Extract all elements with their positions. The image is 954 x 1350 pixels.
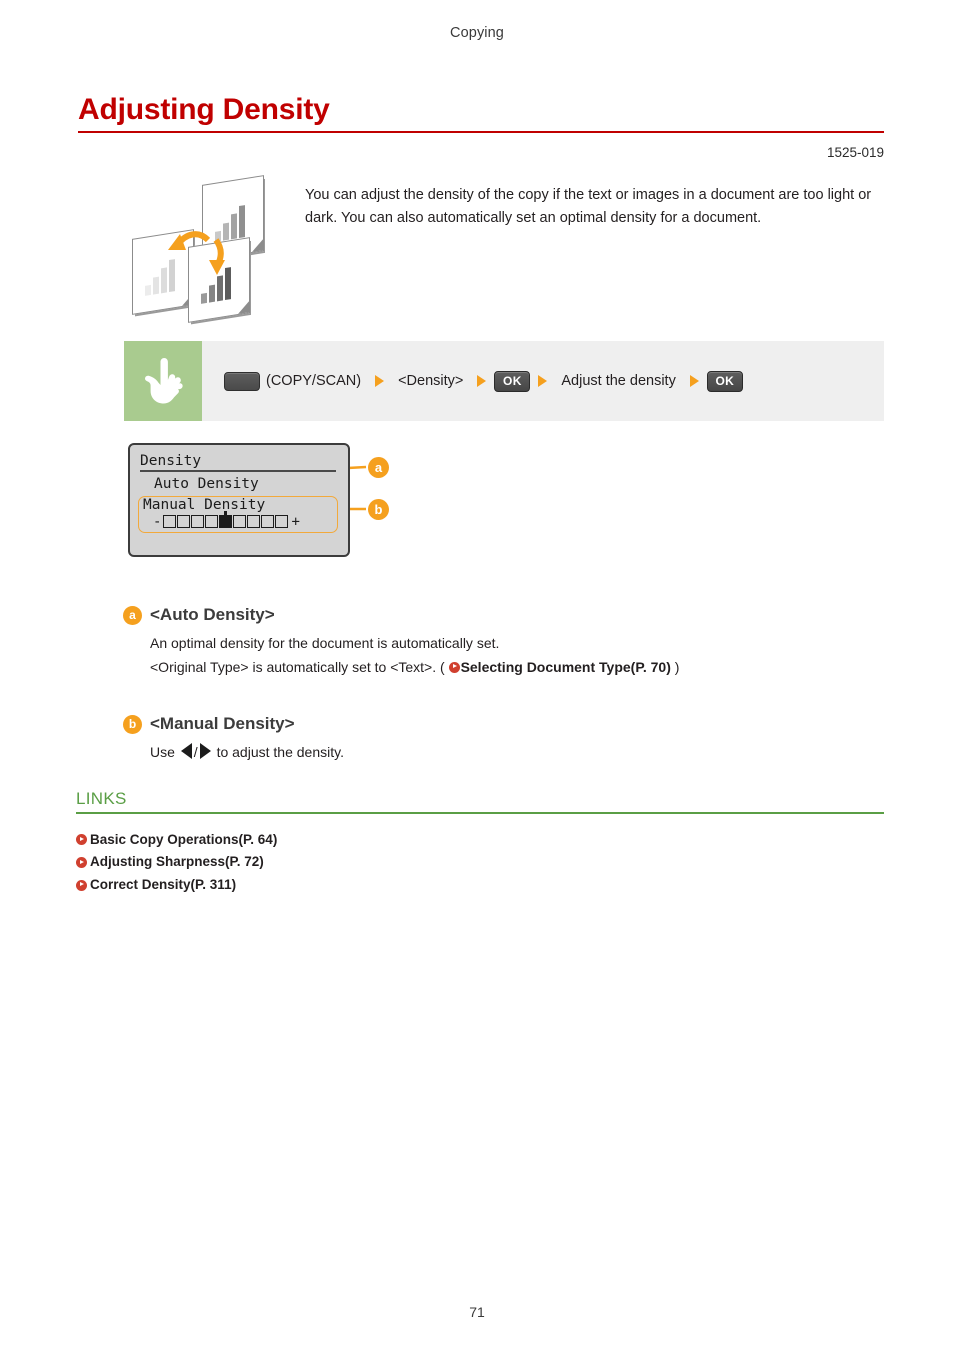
link-item-label: Adjusting Sharpness(P. 72) (90, 854, 264, 870)
step-arrow-icon (477, 375, 487, 387)
step-arrow-icon (538, 375, 548, 387)
slider-minus-label: - (153, 513, 162, 530)
slider-cell[interactable] (205, 515, 219, 529)
reference-bullet-icon (76, 834, 87, 846)
link-item[interactable]: Basic Copy Operations(P. 64) (76, 829, 884, 852)
page-title: Adjusting Density (78, 93, 330, 126)
link-item[interactable]: Adjusting Sharpness(P. 72) (76, 851, 884, 874)
slider-cell[interactable] (233, 515, 247, 529)
slider-cell[interactable] (247, 515, 261, 529)
document-page: Copying Adjusting Density 1525-019 You c… (0, 0, 954, 1350)
description-heading-text: <Auto Density> (150, 605, 275, 624)
link-item-label: Correct Density(P. 311) (90, 876, 237, 892)
ok-key-1[interactable]: OK (494, 370, 531, 392)
document-code: 1525-019 (826, 145, 884, 160)
running-header: Copying (450, 25, 504, 41)
intro-section: You can adjust the density of the copy i… (130, 175, 890, 323)
triangle-right-icon (199, 743, 211, 759)
cross-reference-label: Selecting Document Type(P. 70) (460, 658, 671, 675)
lcd-title: Density (140, 453, 336, 472)
slider-cell[interactable] (191, 515, 205, 529)
ok-key-2[interactable]: OK (706, 370, 743, 392)
callout-badge-inline-b: b (123, 714, 142, 734)
step-adjust-label: Adjust the density (561, 373, 676, 389)
reference-bullet-icon (76, 857, 87, 868)
use-suffix: to adjust the density. (216, 744, 344, 760)
triangle-left-icon (180, 743, 192, 759)
description-heading-b: b <Manual Density> (123, 714, 883, 734)
title-underline (78, 130, 884, 133)
links-section: LINKS Basic Copy Operations(P. 64) Adjust… (76, 789, 884, 897)
cross-reference-link[interactable]: Selecting Document Type(P. 70) (448, 658, 671, 675)
intro-text: You can adjust the density of the copy i… (305, 187, 872, 227)
description-line-2: <Original Type> is automatically set to … (123, 656, 883, 680)
step-arrow-icon (689, 375, 699, 387)
lcd-callout-area: Density Auto Density Manual Density - + … (128, 443, 488, 563)
link-item[interactable]: Correct Density(P. 311) (76, 874, 884, 897)
page-number: 71 (469, 1304, 485, 1320)
step-arrow-icon (375, 375, 385, 387)
link-item-label: Basic Copy Operations(P. 64) (90, 831, 278, 847)
links-heading: LINKS (76, 789, 127, 808)
description-auto-density: a <Auto Density> An optimal density for … (123, 605, 883, 679)
use-prefix: Use (150, 744, 175, 760)
description-heading-a: a <Auto Density> (123, 605, 883, 625)
title-block: Adjusting Density (78, 94, 884, 133)
procedure-strip: (COPY/SCAN) <Density> OK Adjust the dens… (124, 341, 884, 421)
callout-badge-inline-a: a (123, 605, 142, 625)
slider-cell[interactable] (275, 515, 289, 529)
key-caption: (COPY/SCAN) (266, 373, 362, 389)
description-line-2-suffix: ) (670, 658, 680, 675)
links-list: Basic Copy Operations(P. 64) Adjusting Sh… (76, 829, 884, 897)
slider-cells[interactable] (163, 511, 289, 529)
callout-badge-b: b (368, 499, 389, 520)
density-arrows-icon (168, 231, 225, 275)
description-heading-text: <Manual Density> (150, 714, 295, 733)
blank-key-icon[interactable] (224, 371, 260, 391)
description-line-2-prefix: <Original Type> is automatically set to … (150, 658, 449, 675)
step-density-label: <Density> (398, 373, 464, 389)
reference-bullet-icon (76, 879, 87, 891)
links-underline (76, 812, 884, 814)
slider-plus-label: + (291, 513, 300, 530)
density-slider[interactable]: - + (143, 511, 333, 530)
lcd-screen: Density Auto Density Manual Density - + (128, 443, 350, 557)
lcd-item-auto-density[interactable]: Auto Density (140, 474, 338, 495)
reference-bullet-icon (448, 661, 460, 673)
callout-badge-a: a (368, 457, 389, 478)
description-manual-density: b <Manual Density> Use / to adjust the d… (123, 714, 883, 765)
procedure-hand-panel (124, 341, 202, 421)
procedure-steps: (COPY/SCAN) <Density> OK Adjust the dens… (202, 341, 884, 421)
lcd-manual-label: Manual Density (143, 496, 266, 513)
description-line-1: An optimal density for the document is a… (150, 635, 500, 651)
pointing-hand-icon (145, 358, 183, 404)
density-illustration (130, 175, 280, 323)
description-use-line: Use / to adjust the density. (123, 741, 883, 765)
key-separator: / (193, 744, 198, 760)
lcd-item-manual-density[interactable]: Manual Density - + (138, 495, 338, 533)
slider-cell[interactable] (261, 515, 275, 529)
slider-cell-active[interactable] (219, 511, 233, 529)
slider-cell[interactable] (163, 515, 177, 529)
slider-cell[interactable] (177, 515, 191, 529)
